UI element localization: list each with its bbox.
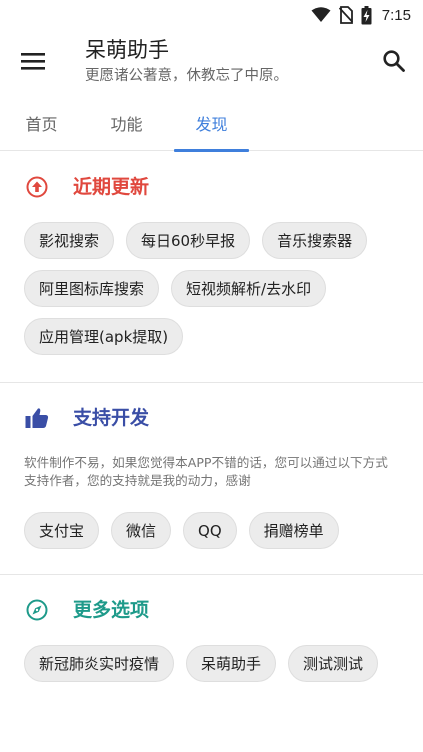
hamburger-menu-icon xyxy=(21,52,45,74)
chip-covid-tracker[interactable]: 新冠肺炎实时疫情 xyxy=(24,645,175,682)
chip-test[interactable]: 测试测试 xyxy=(288,645,379,682)
chip-iconfont-search[interactable]: 阿里图标库搜索 xyxy=(24,270,160,307)
chip-app-manager[interactable]: 应用管理(apk提取) xyxy=(24,318,184,355)
app-bar: 呆萌助手 更愿诸公著意，休教忘了中原。 xyxy=(0,30,423,94)
chip-donation-list[interactable]: 捐赠榜单 xyxy=(248,512,339,549)
chip-alipay[interactable]: 支付宝 xyxy=(24,512,100,549)
status-time: 7:15 xyxy=(381,6,411,24)
support-section: 支持开发 软件制作不易，如果您觉得本APP不错的话，您可以通过以下方式支持作者，… xyxy=(0,402,423,549)
app-subtitle: 更愿诸公著意，休教忘了中原。 xyxy=(85,68,288,84)
support-description: 软件制作不易，如果您觉得本APP不错的话，您可以通过以下方式支持作者，您的支持就… xyxy=(24,455,388,488)
chip-video-parse[interactable]: 短视频解析/去水印 xyxy=(171,270,327,307)
recent-updates-section: 近期更新 影视搜索 每日60秒早报 音乐搜索器 阿里图标库搜索 短视频解析/去水… xyxy=(0,171,423,355)
chip-group: 新冠肺炎实时疫情 呆萌助手 测试测试 xyxy=(0,645,423,682)
chip-daily-news[interactable]: 每日60秒早报 xyxy=(126,222,251,259)
menu-button[interactable] xyxy=(18,48,48,78)
no-sim-icon xyxy=(338,6,353,24)
search-button[interactable] xyxy=(379,48,409,78)
battery-charging-icon xyxy=(361,5,372,25)
chip-group: 支付宝 微信 QQ 捐赠榜单 xyxy=(0,512,423,549)
chip-group: 影视搜索 每日60秒早报 音乐搜索器 阿里图标库搜索 短视频解析/去水印 应用管… xyxy=(0,222,423,355)
section-header: 更多选项 xyxy=(0,594,423,626)
tab-bar: 首页 功能 发现 xyxy=(0,94,423,152)
chip-app-name[interactable]: 呆萌助手 xyxy=(186,645,277,682)
chip-wechat[interactable]: 微信 xyxy=(111,512,172,549)
section-title: 支持开发 xyxy=(73,407,150,429)
chip-music-search[interactable]: 音乐搜索器 xyxy=(262,222,368,259)
search-icon xyxy=(383,50,405,76)
arrow-up-circle-icon xyxy=(25,175,49,199)
divider xyxy=(0,382,423,383)
tab-discover[interactable]: 发现 xyxy=(174,94,249,152)
chip-video-search[interactable]: 影视搜索 xyxy=(24,222,115,259)
app-title: 呆萌助手 xyxy=(85,38,169,62)
wifi-icon xyxy=(311,7,331,23)
divider xyxy=(0,574,423,575)
tab-home[interactable]: 首页 xyxy=(4,94,79,151)
compass-icon xyxy=(25,598,49,622)
section-header: 支持开发 xyxy=(0,402,423,434)
more-options-section: 更多选项 新冠肺炎实时疫情 呆萌助手 测试测试 xyxy=(0,594,423,682)
thumbs-up-icon xyxy=(25,406,49,430)
section-header: 近期更新 xyxy=(0,171,423,203)
status-bar: 7:15 xyxy=(0,0,423,30)
app-titles: 呆萌助手 更愿诸公著意，休教忘了中原。 xyxy=(85,36,288,87)
section-title: 近期更新 xyxy=(73,176,150,198)
tab-features[interactable]: 功能 xyxy=(89,94,164,151)
chip-qq[interactable]: QQ xyxy=(183,512,237,549)
section-title: 更多选项 xyxy=(73,599,150,621)
